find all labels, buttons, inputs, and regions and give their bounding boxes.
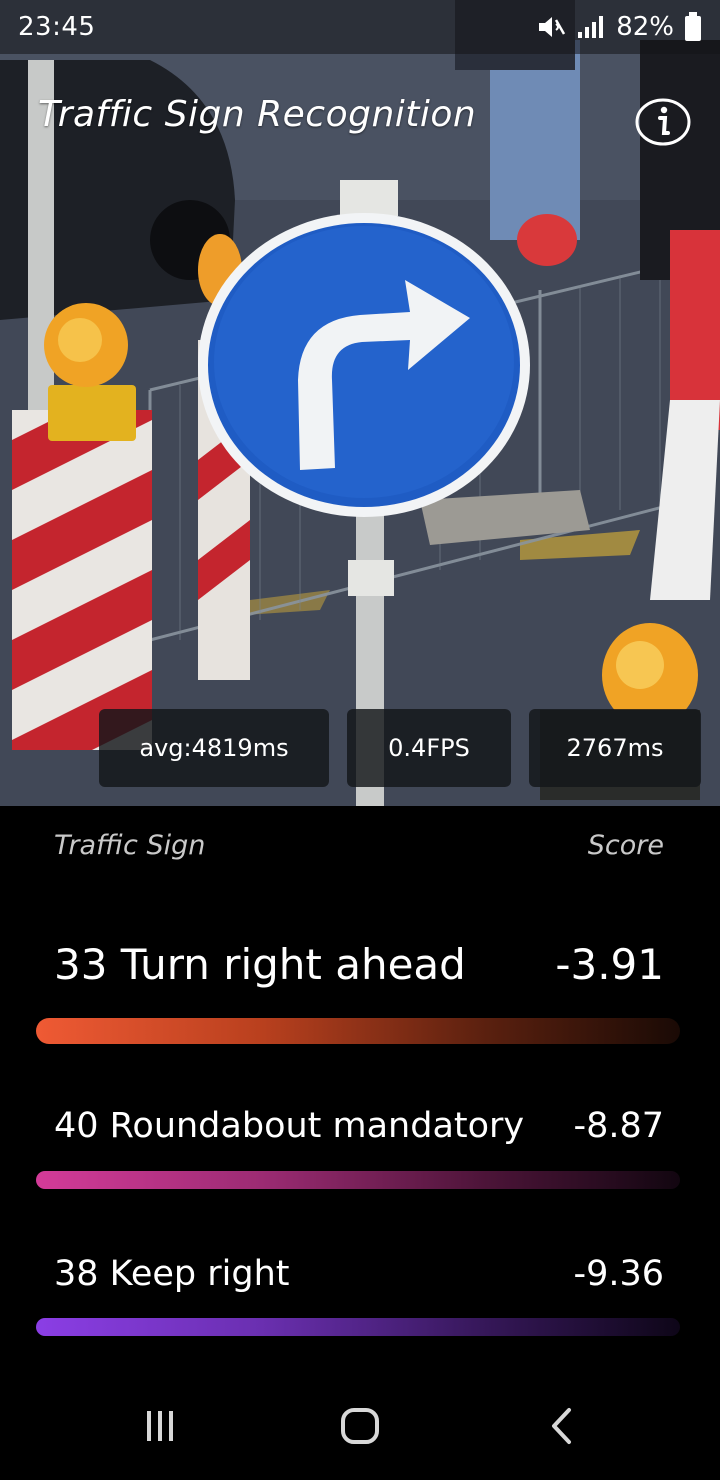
status-time: 23:45 [18, 12, 96, 42]
result-bar [36, 1018, 680, 1044]
signal-icon [576, 14, 606, 40]
current-inference-time: 2767ms [529, 709, 701, 787]
result-label: 40 Roundabout mandatory [54, 1106, 525, 1146]
back-icon [552, 1408, 571, 1444]
status-icons: 82% [536, 12, 702, 42]
result-bar [36, 1318, 680, 1336]
result-bar [36, 1171, 680, 1189]
recent-apps-button[interactable] [130, 1398, 190, 1454]
result-label: 38 Keep right [54, 1254, 290, 1294]
column-header-score: Score [587, 830, 664, 861]
mute-icon [536, 14, 566, 40]
recent-apps-icon [147, 1411, 173, 1441]
average-inference-time: avg:4819ms [99, 709, 329, 787]
fps-readout: 0.4FPS [347, 709, 511, 787]
info-button[interactable] [634, 97, 692, 147]
navigation-bar [0, 1370, 720, 1480]
result-score: -3.91 [555, 940, 664, 989]
info-icon [635, 98, 691, 146]
battery-icon [684, 12, 702, 42]
home-icon [341, 1408, 379, 1444]
app-title: Traffic Sign Recognition [38, 94, 477, 135]
status-bar: 23:45 82% [0, 0, 720, 54]
result-score: -9.36 [573, 1254, 664, 1294]
result-score: -8.87 [573, 1106, 664, 1146]
back-button[interactable] [532, 1398, 592, 1454]
result-label: 33 Turn right ahead [54, 940, 466, 989]
home-button[interactable] [330, 1398, 390, 1454]
column-header-traffic-sign: Traffic Sign [54, 830, 206, 861]
battery-percent: 82% [616, 12, 674, 42]
